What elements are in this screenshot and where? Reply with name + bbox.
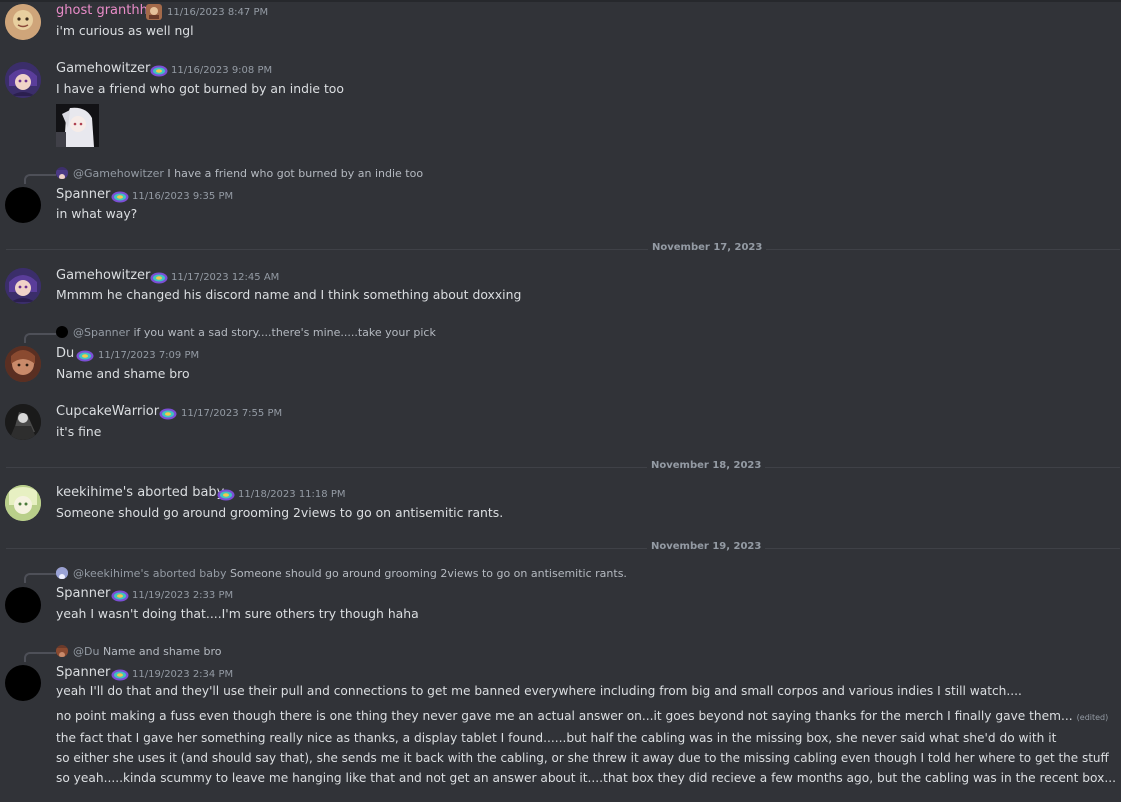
reply-snippet: Someone should go around grooming 2views… — [229, 567, 627, 580]
reply-username[interactable]: @Gamehowitzer — [73, 167, 164, 180]
reply-avatar — [56, 167, 68, 179]
message-content: I have a friend who got burned by an ind… — [56, 81, 344, 96]
username[interactable]: Spanner — [56, 586, 110, 601]
timestamp[interactable]: 11/18/2023 11:18 PM — [238, 489, 345, 500]
date-divider — [6, 467, 1120, 468]
username[interactable]: ghost granthh — [56, 3, 148, 18]
reply-connector — [24, 174, 56, 184]
message-content: the fact that I gave her something reall… — [56, 731, 1057, 745]
timestamp[interactable]: 11/16/2023 9:08 PM — [171, 65, 272, 76]
username[interactable]: Spanner — [56, 187, 110, 202]
game-badge-icon — [150, 63, 168, 77]
avatar[interactable] — [5, 587, 41, 623]
message-content: Name and shame bro — [56, 366, 190, 381]
date-divider-label: November 19, 2023 — [647, 541, 766, 552]
avatar[interactable] — [5, 346, 41, 382]
reply-avatar — [56, 567, 68, 579]
avatar[interactable] — [5, 404, 41, 440]
avatar[interactable] — [5, 485, 41, 521]
message-content: Someone should go around grooming 2views… — [56, 505, 504, 520]
game-badge-icon — [217, 487, 235, 501]
edited-label: (edited) — [1076, 713, 1109, 722]
username[interactable]: Spanner — [56, 665, 110, 680]
message-content: so either she uses it (and should say th… — [56, 751, 1109, 765]
avatar[interactable] — [5, 665, 41, 701]
message-content: i'm curious as well ngl — [56, 23, 194, 38]
username[interactable]: keekihime's aborted baby — [56, 485, 224, 500]
reply-username[interactable]: @Spanner — [73, 326, 130, 339]
timestamp[interactable]: 11/16/2023 9:35 PM — [132, 191, 233, 202]
timestamp[interactable]: 11/17/2023 7:55 PM — [181, 408, 282, 419]
avatar[interactable] — [5, 268, 41, 304]
timestamp[interactable]: 11/17/2023 12:45 AM — [171, 272, 279, 283]
user-badge-icon — [146, 4, 162, 20]
game-badge-icon — [111, 189, 129, 203]
game-badge-icon — [76, 348, 94, 362]
reply-avatar — [56, 645, 68, 657]
reply-connector — [24, 333, 56, 343]
reply-connector — [24, 573, 56, 583]
reply-connector — [24, 652, 56, 662]
reply-preview[interactable]: @Du Name and shame bro — [73, 645, 222, 658]
username[interactable]: Gamehowitzer — [56, 61, 150, 76]
attached-image[interactable] — [56, 104, 99, 147]
username[interactable]: Gamehowitzer — [56, 268, 150, 283]
message-content: yeah I'll do that and they'll use their … — [56, 684, 1022, 698]
game-badge-icon — [111, 588, 129, 602]
username[interactable]: Du — [56, 346, 74, 361]
reply-snippet: if you want a sad story....there's mine.… — [133, 326, 436, 339]
message-line: no point making a fuss even though there… — [56, 709, 1073, 723]
game-badge-icon — [159, 406, 177, 420]
date-divider-label: November 17, 2023 — [648, 242, 767, 253]
message-content: so yeah.....kinda scummy to leave me han… — [56, 771, 1116, 785]
reply-preview[interactable]: @Spanner if you want a sad story....ther… — [73, 326, 436, 339]
reply-snippet: Name and shame bro — [102, 645, 222, 658]
reply-preview[interactable]: @Gamehowitzer I have a friend who got bu… — [73, 167, 423, 180]
date-divider — [6, 548, 1120, 549]
message-content: it's fine — [56, 424, 102, 439]
message-content: in what way? — [56, 206, 138, 221]
game-badge-icon — [150, 270, 168, 284]
avatar[interactable] — [5, 187, 41, 223]
message-content: yeah I wasn't doing that....I'm sure oth… — [56, 606, 419, 621]
timestamp[interactable]: 11/19/2023 2:33 PM — [132, 590, 233, 601]
reply-username[interactable]: @Du — [73, 645, 99, 658]
timestamp[interactable]: 11/17/2023 7:09 PM — [98, 350, 199, 361]
reply-preview[interactable]: @keekihime's aborted baby Someone should… — [73, 567, 627, 580]
game-badge-icon — [111, 667, 129, 681]
avatar[interactable] — [5, 4, 41, 40]
timestamp[interactable]: 11/16/2023 8:47 PM — [167, 7, 268, 18]
message-content: Mmmm he changed his discord name and I t… — [56, 287, 522, 302]
username[interactable]: CupcakeWarrior — [56, 404, 159, 419]
reply-snippet: I have a friend who got burned by an ind… — [167, 167, 424, 180]
date-divider-label: November 18, 2023 — [647, 460, 766, 471]
date-divider — [6, 249, 1120, 250]
reply-username[interactable]: @keekihime's aborted baby — [73, 567, 226, 580]
reply-avatar — [56, 326, 68, 338]
timestamp[interactable]: 11/19/2023 2:34 PM — [132, 669, 233, 680]
avatar[interactable] — [5, 62, 41, 98]
top-border — [0, 0, 1121, 2]
message-content: no point making a fuss even though there… — [56, 709, 1108, 723]
